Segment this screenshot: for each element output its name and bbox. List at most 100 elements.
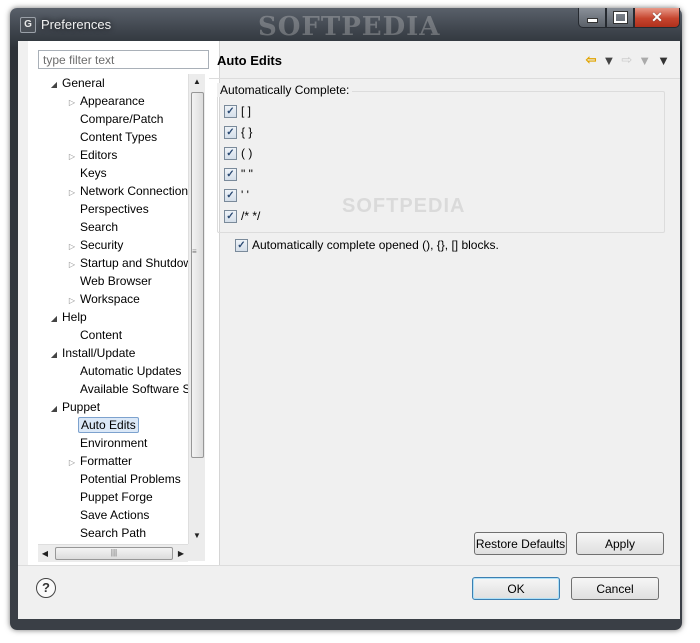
tree-item[interactable]: ▷ Workspace [66,290,142,308]
tree-item-label: Web Browser [80,274,152,288]
checkbox[interactable]: ✓ [224,209,237,223]
blocks-option[interactable]: ✓ Automatically complete opened (), {}, … [235,236,499,254]
tree-item[interactable]: Available Software Sites [66,380,188,398]
scroll-thumb[interactable] [191,92,204,458]
watermark-overlay: SOFTPEDIA [342,195,466,217]
checkbox[interactable]: ✓ [224,188,237,202]
tree-horizontal-scrollbar[interactable]: ◀ ||| ▶ [38,544,188,562]
tree-item[interactable]: ▷ Editors [66,146,119,164]
tree-vertical-scrollbar[interactable]: ▲ ≡ ▼ [188,74,205,544]
checkbox-label: { } [241,125,253,139]
checkbox[interactable]: ✓ [224,125,237,139]
forward-dropdown-icon[interactable]: ▼ [638,53,651,68]
expanded-arrow-icon[interactable]: ◢ [48,346,60,364]
tree-item[interactable]: Content Types [66,128,159,146]
title-separator [209,78,680,79]
tree-item[interactable]: ▷ Network Connections [66,182,188,200]
scroll-right-icon[interactable]: ▶ [174,545,188,562]
minimize-icon [586,18,598,23]
auto-complete-option[interactable]: ✓ [ ] [224,102,251,120]
checkbox[interactable]: ✓ [224,146,237,160]
tree-item-label: Content [80,328,123,342]
tree-item[interactable]: Perspectives [66,200,151,218]
checkbox-label: " " [241,167,253,181]
tree-item[interactable]: ▷ Security [66,236,125,254]
close-icon: ✕ [651,9,663,25]
tree-item-label: Save Actions [80,508,150,522]
auto-complete-option[interactable]: ✓ ' ' [224,186,249,204]
tree-item[interactable]: Search [66,218,120,236]
preference-page: Auto Edits ⇦ ▼ ⇨ ▼ ▼ ✓ [ ] ✓ { } ✓ ( ) ✓ " " ✓ ' … [209,41,680,565]
back-dropdown-icon[interactable]: ▼ [602,53,615,68]
tree-item-label: Auto Edits [78,417,139,433]
expanded-arrow-icon[interactable]: ◢ [48,310,60,328]
tree-item[interactable]: Content [66,326,124,344]
tree-item-label: Puppet [62,400,101,414]
maximize-button[interactable] [606,8,634,28]
expanded-arrow-icon[interactable]: ◢ [48,76,60,94]
app-icon: G [20,17,36,33]
tree-item[interactable]: Search Path [66,524,148,542]
tree-item-label: Potential Problems [80,472,181,486]
tree-item-label: Environment [80,436,148,450]
group-label: Automatically Complete: [217,83,353,97]
title-bar[interactable]: G Preferences SOFTPEDIA ✕ [10,8,682,42]
expanded-arrow-icon[interactable]: ◢ [48,400,60,418]
tree-item-label: Puppet Forge [80,490,153,504]
tree-item[interactable]: Web Browser [66,272,154,290]
watermark-text: SOFTPEDIA [258,12,441,42]
tree-item-label: Security [80,238,124,252]
tree-item-label: General [62,76,105,90]
scroll-down-icon[interactable]: ▼ [189,528,205,544]
tree-item-label: Search [80,220,119,234]
tree-item[interactable]: Potential Problems [66,470,183,488]
checkbox[interactable]: ✓ [224,104,237,118]
auto-complete-option[interactable]: ✓ /* */ [224,207,260,225]
tree-item[interactable]: ▷ Startup and Shutdown [66,254,188,272]
page-title: Auto Edits [217,53,282,68]
back-arrow-icon[interactable]: ⇦ [586,52,597,68]
tree-item[interactable]: ◢ General [48,74,107,92]
help-icon[interactable]: ? [36,578,56,598]
tree-item[interactable]: Auto Edits [66,416,139,434]
auto-complete-option[interactable]: ✓ ( ) [224,144,252,162]
forward-arrow-icon[interactable]: ⇨ [621,52,632,68]
tree-item[interactable]: Automatic Updates [66,362,183,380]
tree-item[interactable]: ◢ Install/Update [48,344,137,362]
checkbox-label: ' ' [241,188,249,202]
tree-item[interactable]: ▷ Formatter [66,452,134,470]
scroll-up-icon[interactable]: ▲ [189,74,205,90]
auto-complete-option[interactable]: ✓ " " [224,165,253,183]
tree-item-label: Formatter [80,454,133,468]
checkbox-label: ( ) [241,146,253,160]
tree-item[interactable]: Puppet Forge [66,488,155,506]
scroll-left-icon[interactable]: ◀ [38,545,52,562]
auto-complete-option[interactable]: ✓ { } [224,123,252,141]
checkbox[interactable]: ✓ [224,167,237,181]
window-controls: ✕ [578,8,680,28]
tree-item-label: Search Path [80,526,147,540]
checkbox[interactable]: ✓ [235,238,248,252]
tree-item[interactable]: Save Actions [66,506,151,524]
tree-item[interactable]: Environment [66,434,149,452]
hscroll-thumb[interactable]: ||| [55,547,173,560]
filter-input[interactable] [38,50,209,69]
preferences-nav-panel: ◢General▷AppearanceCompare/PatchContent … [28,41,220,565]
tree-item[interactable]: ◢ Help [48,308,89,326]
tree-item-label: Appearance [80,94,145,108]
grip-icon: ≡ [192,247,197,256]
apply-button[interactable]: Apply [576,532,664,555]
tree-item-label: Workspace [80,292,140,306]
tree-item[interactable]: ◢ Puppet [48,398,102,416]
restore-defaults-button[interactable]: Restore Defaults [474,532,567,555]
cancel-button[interactable]: Cancel [571,577,659,600]
window-title: Preferences [41,17,112,32]
ok-button[interactable]: OK [472,577,560,600]
close-button[interactable]: ✕ [634,8,680,28]
tree-item[interactable]: Keys [66,164,109,182]
tree-item[interactable]: Compare/Patch [66,110,165,128]
minimize-button[interactable] [578,8,606,28]
tree-item[interactable]: ▷ Appearance [66,92,147,110]
bottom-separator [18,565,680,566]
view-menu-icon[interactable]: ▼ [657,53,670,68]
